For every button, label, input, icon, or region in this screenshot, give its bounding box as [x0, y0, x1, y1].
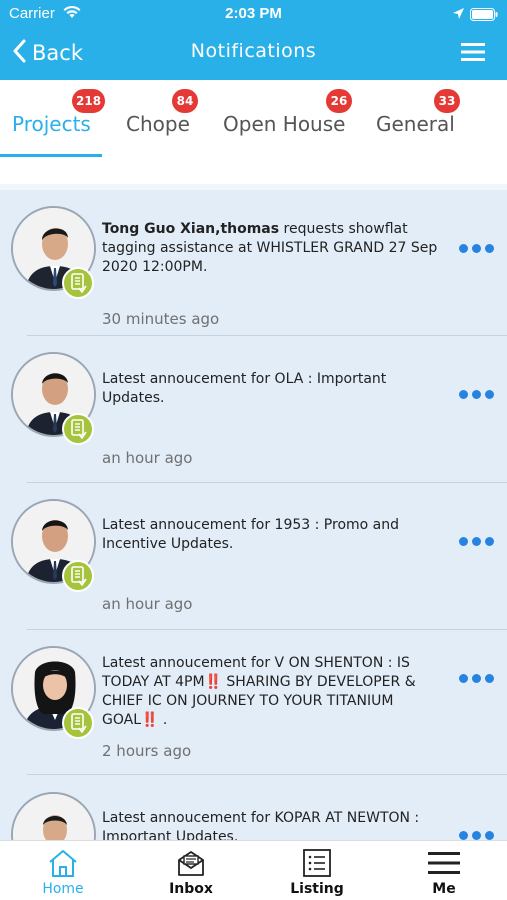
dot-icon	[459, 244, 468, 253]
more-options-button[interactable]	[459, 674, 494, 683]
notification-text: Latest annoucement for 1953 : Promo and …	[102, 517, 400, 552]
home-icon	[47, 848, 79, 878]
clock: 2:03 PM	[225, 5, 282, 22]
tab-label: Chope	[126, 112, 190, 136]
notification-item[interactable]: Latest annoucement for 1953 : Promo and …	[0, 482, 507, 630]
more-options-button[interactable]	[459, 244, 494, 253]
notification-text: Tong Guo Xian,thomas requests showflat t…	[102, 220, 442, 277]
dot-icon	[472, 390, 481, 399]
showflat-tag-icon	[62, 560, 94, 592]
notification-list[interactable]: Tong Guo Xian,thomas requests showflat t…	[0, 190, 507, 840]
more-options-button[interactable]	[459, 537, 494, 546]
tab-open-house[interactable]: Open House 26	[223, 89, 352, 136]
notification-time: 30 minutes ago	[102, 310, 220, 328]
dot-icon	[472, 537, 481, 546]
dot-icon	[485, 537, 494, 546]
notification-time: an hour ago	[102, 449, 193, 467]
notification-item[interactable]: Latest annoucement for OLA : Important U…	[0, 336, 507, 483]
tab-label: Open House	[223, 112, 346, 136]
dot-icon	[459, 390, 468, 399]
notification-item[interactable]: Tong Guo Xian,thomas requests showflat t…	[0, 190, 507, 336]
bottom-tab-listing[interactable]: Listing	[267, 841, 367, 900]
bottom-tab-label: Inbox	[169, 881, 213, 897]
dot-icon	[459, 537, 468, 546]
listing-icon	[302, 848, 332, 878]
tab-projects[interactable]: Projects 218	[12, 89, 106, 136]
avatar	[11, 792, 96, 840]
dot-icon	[459, 674, 468, 683]
tab-label: Projects	[12, 112, 91, 136]
bottom-tab-bar: Home Inbox Listing Me	[0, 840, 507, 900]
showflat-tag-icon	[62, 413, 94, 445]
tab-label: General	[376, 112, 455, 136]
dot-icon	[485, 390, 494, 399]
count-badge: 26	[326, 89, 352, 113]
dot-icon	[485, 244, 494, 253]
bottom-tab-me[interactable]: Me	[394, 841, 494, 900]
dot-icon	[459, 831, 468, 840]
bottom-tab-label: Listing	[290, 881, 344, 897]
active-tab-indicator	[0, 154, 102, 157]
notification-text: Latest annoucement for V ON SHENTON : IS…	[102, 655, 416, 728]
menu-icon	[428, 848, 460, 878]
count-badge: 218	[72, 89, 106, 113]
bottom-tab-home[interactable]: Home	[13, 841, 113, 900]
more-options-button[interactable]	[459, 831, 494, 840]
notification-text: Latest annoucement for OLA : Important U…	[102, 371, 387, 406]
notification-text: Latest annoucement for KOPAR AT NEWTON :…	[102, 810, 420, 840]
showflat-tag-icon	[62, 707, 94, 739]
tab-chope[interactable]: Chope 84	[126, 89, 198, 136]
inbox-icon	[176, 848, 206, 878]
showflat-tag-icon	[62, 267, 94, 299]
sender-name: Tong Guo Xian,thomas	[102, 221, 280, 237]
top-bar: Carrier 2:03 PM Back Notifications	[0, 0, 507, 80]
dot-icon	[472, 674, 481, 683]
tab-general[interactable]: General 33	[376, 89, 460, 136]
notification-item[interactable]: Latest annoucement for KOPAR AT NEWTON :…	[0, 775, 507, 840]
dot-icon	[472, 244, 481, 253]
notification-time: 2 hours ago	[102, 742, 192, 760]
battery-icon	[470, 7, 498, 25]
count-badge: 33	[434, 89, 460, 113]
bottom-tab-label: Me	[432, 881, 456, 897]
more-options-button[interactable]	[459, 390, 494, 399]
bottom-tab-label: Home	[42, 881, 84, 897]
dot-icon	[485, 674, 494, 683]
hamburger-menu-button[interactable]	[461, 43, 485, 65]
count-badge: 84	[172, 89, 198, 113]
tab-bar: Projects 218 Chope 84 Open House 26 Gene…	[0, 80, 507, 190]
page-title: Notifications	[190, 40, 317, 62]
notification-item[interactable]: Latest annoucement for V ON SHENTON : IS…	[0, 629, 507, 775]
hamburger-icon	[461, 43, 485, 61]
dot-icon	[472, 831, 481, 840]
bottom-tab-inbox[interactable]: Inbox	[141, 841, 241, 900]
dot-icon	[485, 831, 494, 840]
status-bar: Carrier 2:03 PM	[0, 0, 507, 28]
notification-time: an hour ago	[102, 595, 193, 613]
location-icon	[452, 6, 465, 24]
